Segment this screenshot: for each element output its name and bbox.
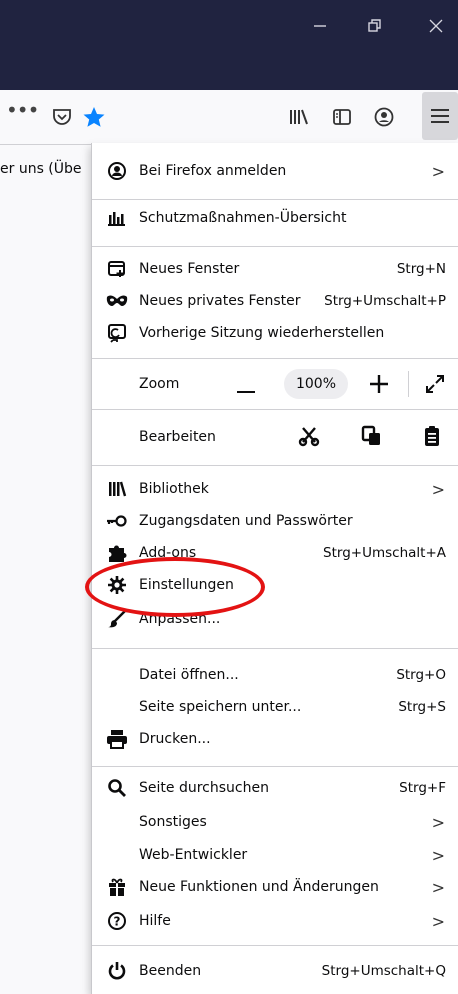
menu-restore-session[interactable]: Vorherige Sitzung wiederherstellen [92,317,458,349]
zoom-label: Zoom [139,376,180,392]
menu-label: Web-Entwickler [139,847,248,863]
menu-label: Schutzmaßnahmen-Übersicht [139,210,347,226]
account-icon[interactable] [372,105,396,129]
divider [408,371,409,397]
menu-label: Vorherige Sitzung wiederherstellen [139,325,385,341]
close-icon[interactable] [424,14,448,38]
sidebar-icon[interactable] [330,105,354,129]
menu-label: Sonstiges [139,814,207,830]
chevron-right-icon: > [431,911,445,931]
edit-row: Bearbeiten [92,421,458,453]
library-icon [106,478,128,500]
power-icon [106,960,128,982]
menu-label: Drucken... [139,731,211,747]
account-icon [106,160,128,182]
search-icon [106,777,128,799]
gift-icon [106,876,128,898]
navigation-toolbar: ••• [0,90,458,145]
divider [92,409,458,410]
dashboard-chart-icon [106,207,128,229]
menu-label: Hilfe [139,913,171,929]
shortcut-label: Strg+Umschalt+A [323,545,446,561]
copy-icon[interactable] [360,423,384,449]
svg-text:?: ? [114,915,121,929]
menu-label: Seite durchsuchen [139,780,269,796]
library-icon[interactable] [286,105,310,129]
key-icon [106,510,128,532]
shortcut-label: Strg+N [396,261,446,277]
pocket-icon[interactable] [50,105,74,129]
menu-save-page[interactable]: Seite speichern unter... Strg+S [92,691,458,723]
divider [92,358,458,359]
divider [92,246,458,247]
zoom-out-button[interactable] [237,391,255,393]
divider [92,945,458,946]
puzzle-piece-icon [106,542,128,564]
paste-icon[interactable] [420,423,444,449]
menu-quit[interactable]: Beenden Strg+Umschalt+Q [92,955,458,987]
menu-protections[interactable]: Schutzmaßnahmen-Übersicht [92,202,458,234]
title-bar [0,0,458,90]
zoom-row: Zoom [92,368,458,400]
new-window-icon [106,258,128,280]
minimize-icon[interactable] [308,14,332,38]
shortcut-label: Strg+Umschalt+P [324,293,446,309]
fullscreen-icon[interactable] [423,372,447,396]
shortcut-label: Strg+O [396,667,446,683]
menu-logins[interactable]: Zugangsdaten und Passwörter [92,505,458,537]
menu-label: Bei Firefox anmelden [139,163,287,179]
hamburger-menu-icon [431,109,449,123]
open-menu-button[interactable] [422,92,458,140]
printer-icon [106,728,128,750]
menu-label: Neues Fenster [139,261,240,277]
menu-new-window[interactable]: Neues Fenster Strg+N [92,253,458,285]
menu-private-window[interactable]: Neues privates Fenster Strg+Umschalt+P [92,285,458,317]
menu-label: Zugangsdaten und Passwörter [139,513,353,529]
chevron-right-icon: > [431,845,445,865]
menu-label: Bibliothek [139,481,209,497]
menu-open-file[interactable]: Datei öffnen... Strg+O [92,659,458,691]
menu-print[interactable]: Drucken... [92,723,458,755]
chevron-right-icon: > [431,479,445,499]
bookmark-item[interactable]: er uns (Übe [0,161,82,177]
menu-label: Seite speichern unter... [139,699,302,715]
menu-more[interactable]: Sonstiges > [92,806,458,838]
divider [92,648,458,649]
menu-library[interactable]: Bibliothek > [92,473,458,505]
menu-sign-in[interactable]: Bei Firefox anmelden > [92,155,458,187]
help-icon: ? [106,910,128,932]
chevron-right-icon: > [431,877,445,897]
highlight-ellipse [85,557,265,617]
menu-web-developer[interactable]: Web-Entwickler > [92,839,458,871]
menu-label: Datei öffnen... [139,667,239,683]
chevron-right-icon: > [431,161,445,181]
chevron-right-icon: > [431,812,445,832]
menu-find[interactable]: Seite durchsuchen Strg+F [92,772,458,804]
shortcut-label: Strg+F [399,780,446,796]
star-icon[interactable] [82,105,106,129]
zoom-in-button[interactable] [367,372,391,396]
divider [92,766,458,767]
shortcut-label: Strg+Umschalt+Q [321,963,446,979]
menu-label: Neues privates Fenster [139,293,301,309]
restore-icon[interactable] [362,14,386,38]
menu-help[interactable]: ? Hilfe > [92,905,458,937]
shortcut-label: Strg+S [398,699,446,715]
page-actions-icon[interactable]: ••• [6,98,39,122]
cut-icon[interactable] [297,423,321,449]
divider [92,465,458,466]
menu-label: Neue Funktionen und Änderungen [139,879,379,895]
menu-whats-new[interactable]: Neue Funktionen und Änderungen > [92,871,458,903]
restore-session-icon [106,322,128,344]
private-mask-icon [106,290,128,312]
edit-label: Bearbeiten [139,429,216,445]
zoom-reset-button[interactable]: 100% [284,369,348,399]
divider [92,199,458,200]
menu-label: Beenden [139,963,202,979]
